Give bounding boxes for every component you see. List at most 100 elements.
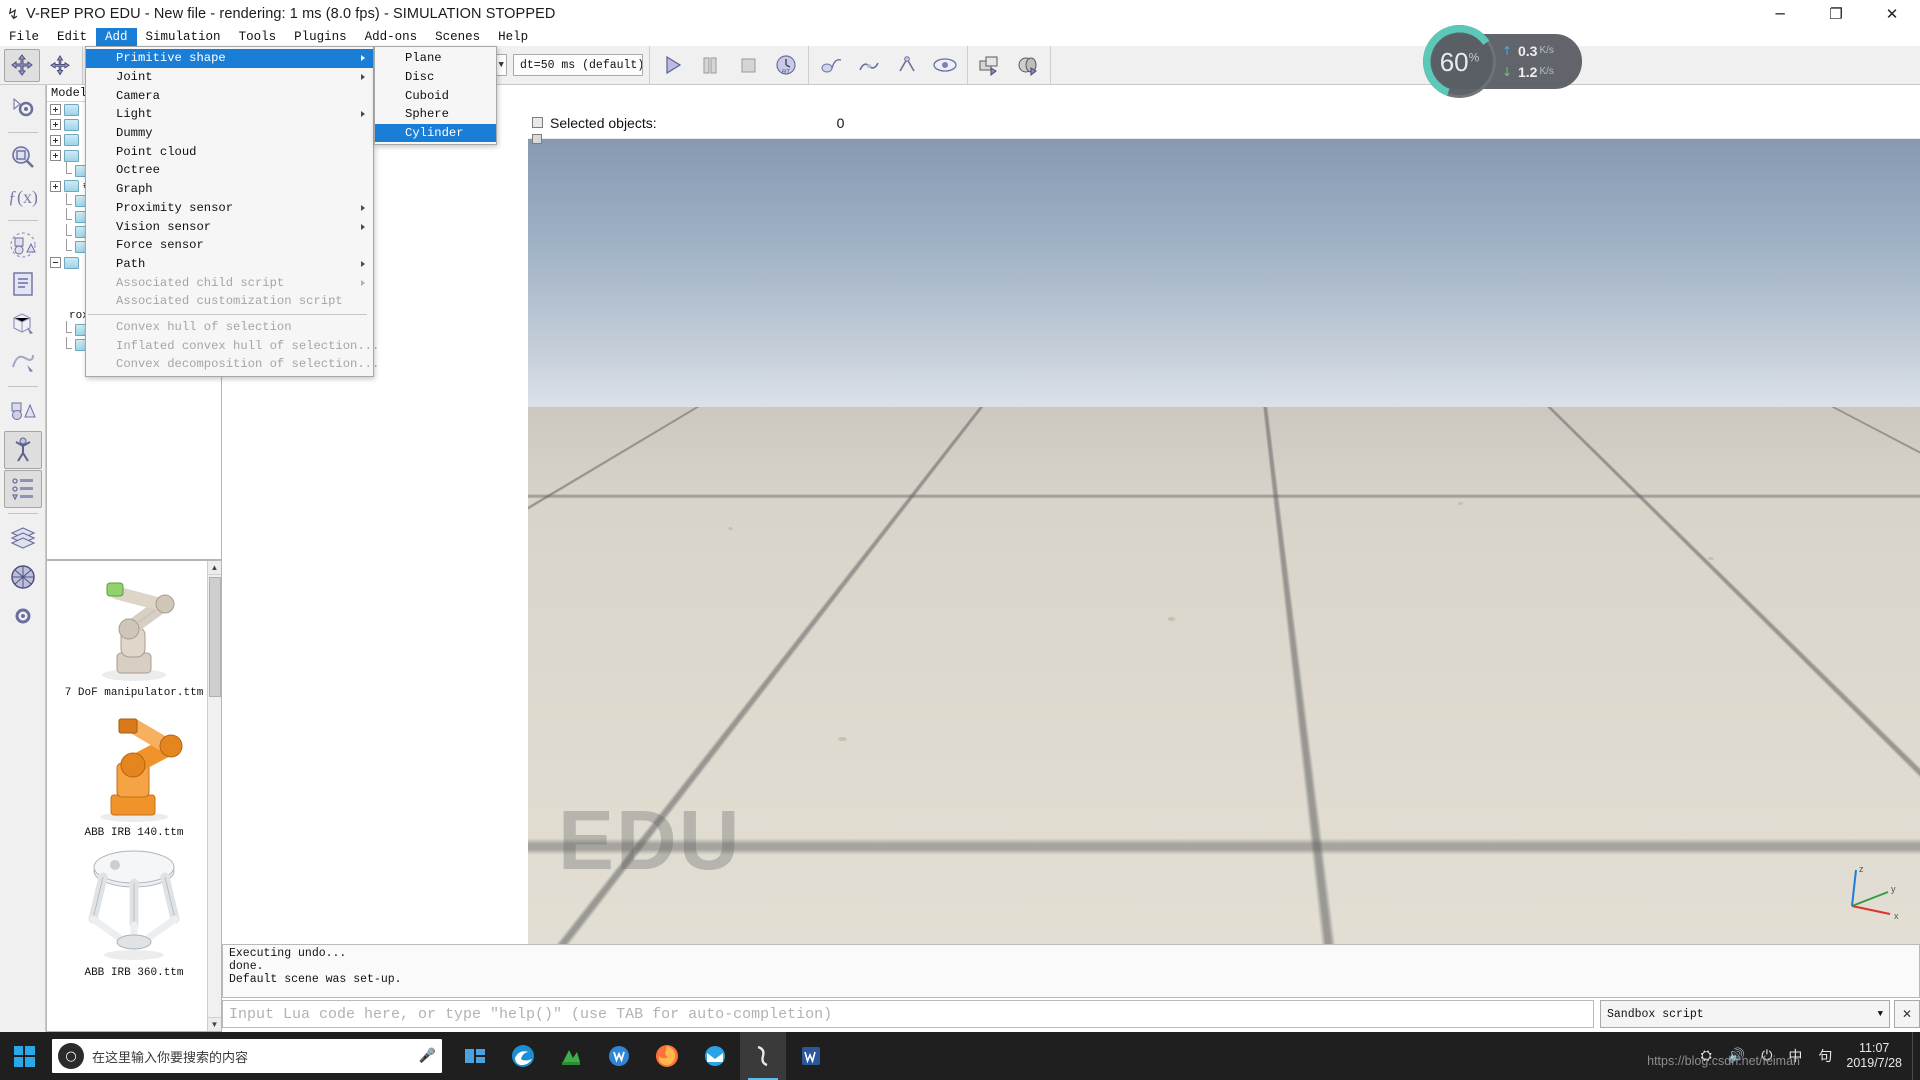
layers-icon[interactable]	[972, 49, 1008, 82]
expander-icon[interactable]	[50, 180, 61, 192]
model-browser-icon[interactable]	[3, 431, 42, 469]
pause-icon[interactable]	[692, 49, 728, 82]
edge-browser-icon[interactable]	[500, 1032, 546, 1080]
lua-code-input[interactable]: Input Lua code here, or type "help()" (u…	[222, 1000, 1594, 1028]
show-desktop-button[interactable]	[1912, 1032, 1920, 1080]
primitive-shape-submenu[interactable]: Plane Disc Cuboid Sphere Cylinder	[374, 46, 497, 146]
scrollbar-thumb[interactable]	[209, 577, 221, 697]
scene-object-properties-icon[interactable]	[4, 138, 42, 176]
settings-icon[interactable]	[4, 89, 42, 127]
expander-icon[interactable]	[50, 134, 61, 146]
taskbar-clock[interactable]: 11:07 2019/7/28	[1840, 1041, 1912, 1071]
expander-icon[interactable]	[50, 119, 61, 131]
menu-item-graph[interactable]: Graph	[86, 180, 373, 199]
expander-icon[interactable]	[50, 104, 61, 116]
menu-plugins[interactable]: Plugins	[285, 28, 356, 46]
menu-add-ons[interactable]: Add-ons	[356, 28, 427, 46]
threaded-rendering-icon[interactable]	[851, 49, 887, 82]
scene-view-3d[interactable]: EDU x y z	[528, 107, 1920, 944]
lua-target-script-combo[interactable]: Sandbox script ▼	[1600, 1000, 1890, 1028]
menu-item-dummy[interactable]: Dummy	[86, 124, 373, 143]
geometry-icon[interactable]	[4, 392, 42, 430]
submenu-item-cuboid[interactable]: Cuboid	[375, 86, 496, 105]
sub-toggle-icon[interactable]	[532, 134, 542, 144]
object-shift-icon[interactable]	[4, 48, 40, 82]
collapse-toggle-icon[interactable]	[532, 117, 543, 128]
task-view-icon[interactable]	[452, 1032, 498, 1080]
ime-mode-icon[interactable]: 句	[1810, 1046, 1840, 1066]
layers-stack-icon[interactable]	[4, 519, 42, 557]
shape-edit-icon[interactable]	[4, 304, 42, 342]
status-console[interactable]: Executing undo... done. Default scene wa…	[222, 944, 1920, 998]
microphone-icon[interactable]: 🎤	[419, 1048, 436, 1064]
selection-sub-toggle[interactable]	[528, 131, 546, 147]
scripts-icon[interactable]	[4, 265, 42, 303]
collapser-icon[interactable]	[50, 257, 61, 269]
object-selection-icon[interactable]	[1010, 49, 1046, 82]
menu-help[interactable]: Help	[489, 28, 537, 46]
menu-item-label: Proximity sensor	[116, 200, 234, 215]
dynamic-content-icon[interactable]	[4, 558, 42, 596]
submenu-item-disc[interactable]: Disc	[375, 68, 496, 87]
menu-item-vision-sensor[interactable]: Vision sensor	[86, 217, 373, 236]
stop-icon[interactable]	[730, 49, 766, 82]
maximize-button[interactable]: ❐	[1808, 0, 1864, 28]
close-icon[interactable]: ✕	[1894, 1000, 1920, 1028]
submenu-item-sphere[interactable]: Sphere	[375, 105, 496, 124]
menu-file[interactable]: File	[0, 28, 48, 46]
menu-scenes[interactable]: Scenes	[426, 28, 489, 46]
store-icon[interactable]	[548, 1032, 594, 1080]
path-edit-icon[interactable]	[4, 343, 42, 381]
play-icon[interactable]	[654, 49, 690, 82]
firefox-icon[interactable]	[644, 1032, 690, 1080]
upload-value: 0.3	[1518, 42, 1538, 59]
menu-item-proximity-sensor[interactable]: Proximity sensor	[86, 199, 373, 218]
assembling-icon[interactable]	[889, 49, 925, 82]
model-item[interactable]: ABB IRB 140.ttm	[47, 701, 221, 841]
scene-hierarchy-icon[interactable]	[3, 470, 42, 508]
visibility-eye-icon[interactable]	[927, 49, 963, 82]
calculation-modules-icon[interactable]: ƒ(x)	[4, 177, 42, 215]
taskbar-search-box[interactable]: ○ 在这里输入你要搜索的内容 🎤	[52, 1039, 442, 1073]
wps-icon[interactable]	[596, 1032, 642, 1080]
scroll-down-icon[interactable]: ▼	[208, 1017, 221, 1031]
realtime-clock-icon[interactable]: RT	[768, 49, 804, 82]
user-settings-icon[interactable]	[4, 597, 42, 635]
menu-tools[interactable]: Tools	[230, 28, 286, 46]
menu-add[interactable]: Add	[96, 28, 137, 46]
start-button[interactable]	[0, 1032, 48, 1080]
menu-item-joint[interactable]: Joint	[86, 68, 373, 87]
menu-item-camera[interactable]: Camera	[86, 86, 373, 105]
model-browser-scrollbar[interactable]: ▲ ▼	[207, 561, 221, 1031]
add-menu-dropdown[interactable]: Primitive shape Joint Camera Light Dummy…	[85, 46, 379, 377]
collection-icon[interactable]	[4, 226, 42, 264]
model-item[interactable]: ABB IRB 360.ttm	[47, 841, 221, 981]
expander-icon[interactable]	[50, 150, 61, 162]
menu-item-path[interactable]: Path	[86, 255, 373, 274]
model-item[interactable]: 7 DoF manipulator.ttm	[47, 561, 221, 701]
dynamics-icon[interactable]	[813, 49, 849, 82]
menu-item-primitive-shape[interactable]: Primitive shape	[86, 49, 373, 68]
tree-branch-icon	[61, 238, 72, 253]
menu-item-point-cloud[interactable]: Point cloud	[86, 142, 373, 161]
menu-simulation[interactable]: Simulation	[137, 28, 230, 46]
submenu-item-plane[interactable]: Plane	[375, 49, 496, 68]
folder-icon	[64, 180, 79, 193]
menu-item-force-sensor[interactable]: Force sensor	[86, 236, 373, 255]
menu-item-light[interactable]: Light	[86, 105, 373, 124]
scroll-up-icon[interactable]: ▲	[208, 561, 221, 575]
menu-edit[interactable]: Edit	[48, 28, 96, 46]
word-icon[interactable]	[788, 1032, 834, 1080]
vrep-icon[interactable]	[740, 1032, 786, 1080]
minimize-button[interactable]: ─	[1752, 0, 1808, 28]
timestep-combo[interactable]: dt=50 ms (default) ▼	[513, 54, 643, 76]
lua-target-script-value: Sandbox script	[1607, 1007, 1704, 1021]
object-rotate-icon[interactable]	[42, 49, 78, 82]
network-speed-overlay[interactable]: 60% ↑ 0.3 K/s ↓ 1.2 K/s	[1423, 25, 1582, 98]
thunderbird-icon[interactable]	[692, 1032, 738, 1080]
submenu-item-cylinder[interactable]: Cylinder	[375, 123, 496, 143]
submenu-item-label: Plane	[405, 51, 442, 66]
model-browser-panel[interactable]: 7 DoF manipulator.ttm ABB IRB 140.ttm AB…	[46, 560, 222, 1032]
close-button[interactable]: ✕	[1864, 0, 1920, 28]
menu-item-octree[interactable]: Octree	[86, 161, 373, 180]
